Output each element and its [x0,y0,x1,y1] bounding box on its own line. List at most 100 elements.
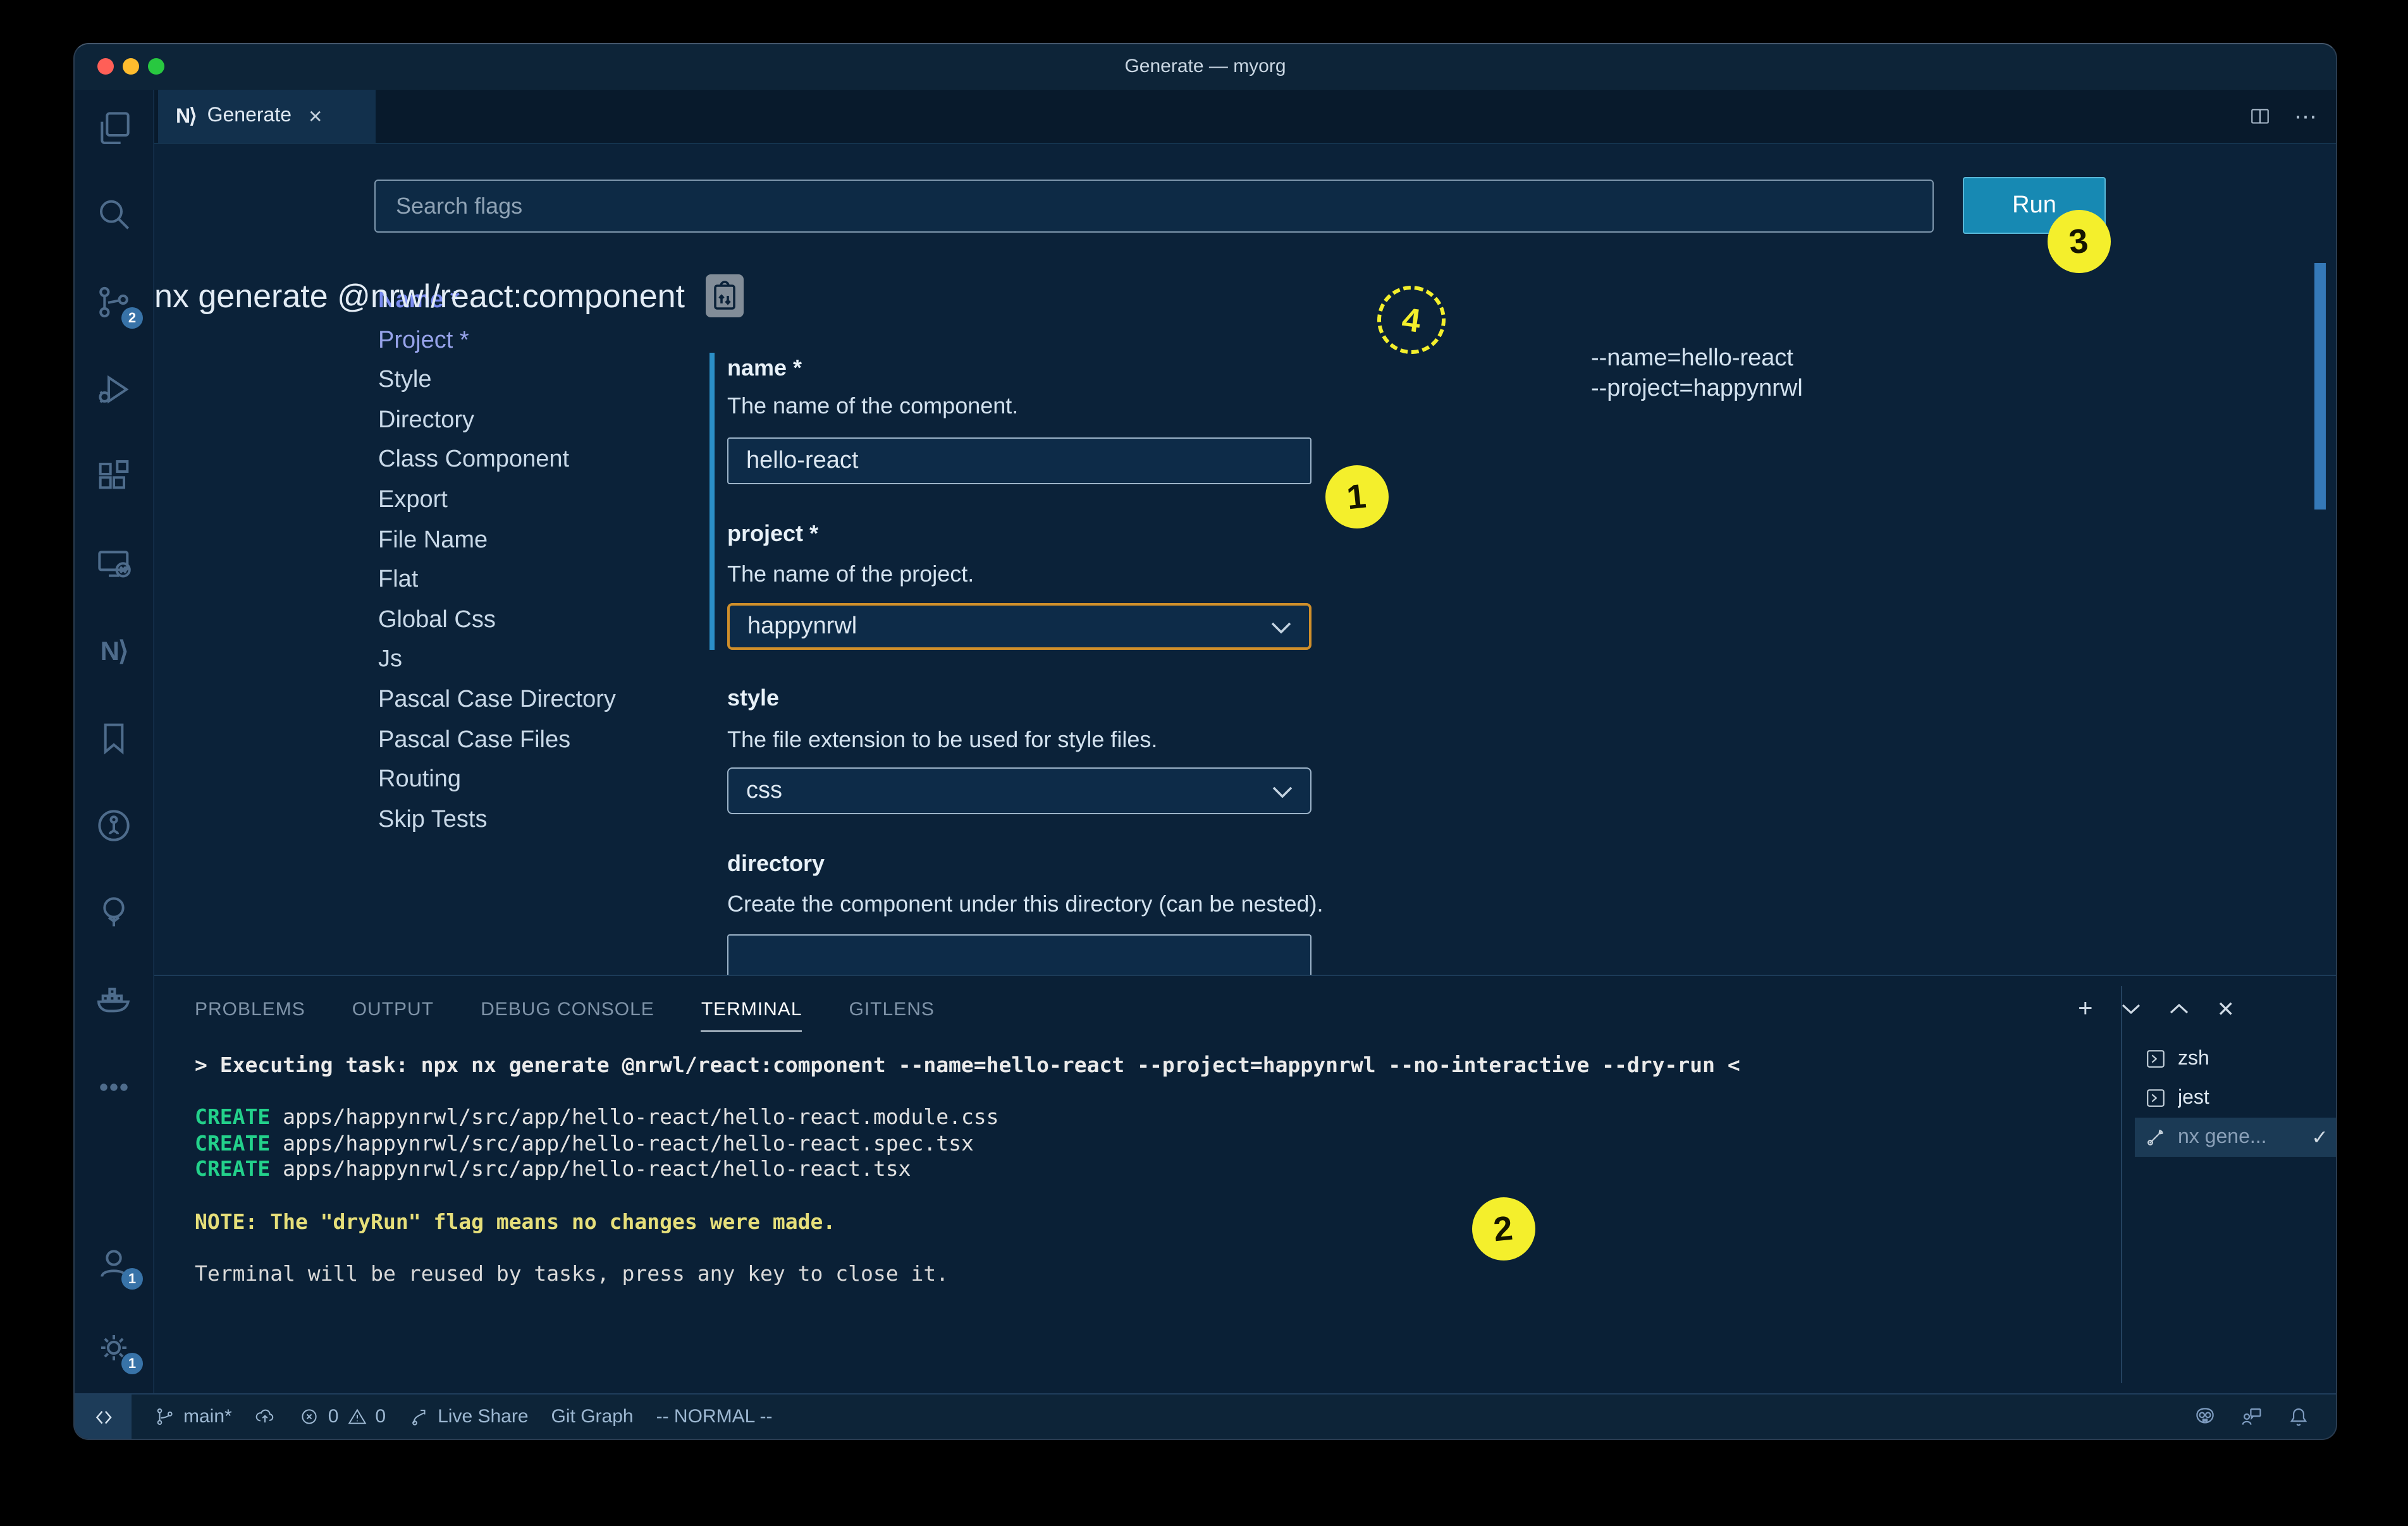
feedback-icon[interactable] [2240,1405,2264,1429]
cloud-upload-icon [255,1406,276,1427]
style-select[interactable]: css [727,767,1312,814]
sidebar-item-bookmarks[interactable] [83,708,144,769]
terminal-create-line: CREATE apps/happynrwl/src/app/hello-reac… [195,1105,1740,1131]
sidebar-item-source-control[interactable]: 2 [83,272,144,333]
style-select-value: css [746,777,782,805]
remote-explorer-icon [94,544,134,584]
project-field-label: project * [727,521,818,547]
directory-input[interactable] [727,934,1312,975]
nav-item-style[interactable]: Style [378,360,720,400]
git-branch-status[interactable]: main* [154,1406,232,1427]
generator-title: nx generate @nrwl/react:component [154,276,685,315]
status-bar: main* 0 0 Live Share Git Graph -- NORMAL… [75,1393,2336,1439]
annotation-circle-4: 4 [1373,281,1450,358]
extensions-icon [94,456,134,497]
sidebar-item-extensions[interactable] [83,446,144,507]
terminal-create-line: CREATE apps/happynrwl/src/app/hello-reac… [195,1132,1740,1157]
close-panel-icon[interactable]: ✕ [2217,998,2235,1020]
panel-tab-terminal[interactable]: TERMINAL [701,998,802,1020]
sidebar-item-more[interactable] [83,1057,144,1118]
nav-item-routing[interactable]: Routing [378,760,720,800]
window-title: Generate — myorg [75,44,2336,90]
tab-close-icon[interactable]: ✕ [308,106,322,127]
nav-item-flat[interactable]: Flat [378,560,720,600]
panel-tab-output[interactable]: OUTPUT [352,998,434,1020]
nav-item-skip-tests[interactable]: Skip Tests [378,800,720,839]
sidebar-item-todo-tree[interactable] [83,882,144,943]
panel-tab-debug-console[interactable]: DEBUG CONSOLE [481,998,654,1020]
name-field-description: The name of the component. [727,393,1018,420]
nav-item-js[interactable]: Js [378,640,720,680]
problems-status[interactable]: 0 0 [299,1406,386,1427]
nav-item-global-css[interactable]: Global Css [378,601,720,640]
style-field-label: style [727,685,779,712]
files-icon [94,107,134,148]
panel-tab-gitlens[interactable]: GITLENS [849,998,935,1020]
sidebar-item-explorer[interactable] [83,97,144,158]
terminal-create-line: CREATE apps/happynrwl/src/app/hello-reac… [195,1157,1740,1183]
tree-icon [94,893,134,933]
run-debug-icon [94,369,134,410]
titlebar: Generate — myorg [75,44,2336,90]
live-share-status[interactable]: Live Share [408,1406,528,1427]
maximize-panel-icon[interactable] [2169,1003,2189,1015]
terminal-exec-line: > Executing task: npx nx generate @nrwl/… [195,1053,1740,1079]
search-flags-input[interactable] [374,180,1934,233]
sidebar-item-search[interactable] [83,185,144,245]
check-icon: ✓ [2311,1125,2328,1150]
editor-more-actions-icon[interactable]: ⋯ [2294,103,2318,130]
nav-item-class-component[interactable]: Class Component [378,441,720,480]
copilot-icon[interactable] [2193,1405,2217,1429]
source-control-badge: 2 [121,307,143,329]
name-input-field[interactable] [746,447,1293,475]
settings-badge: 1 [121,1353,143,1374]
editor-scrollbar[interactable] [2314,263,2326,510]
split-editor-icon[interactable] [2249,105,2271,128]
search-icon [94,195,134,235]
project-select-value: happynrwl [747,613,857,640]
ellipsis-icon [94,1067,134,1108]
nav-item-pascal-case-files[interactable]: Pascal Case Files [378,720,720,760]
nav-item-directory[interactable]: Directory [378,401,720,441]
docker-icon [94,980,134,1020]
panel-tab-problems[interactable]: PROBLEMS [195,998,305,1020]
bell-icon[interactable] [2287,1405,2311,1429]
project-select[interactable]: happynrwl [727,603,1312,650]
sidebar-item-remote-explorer[interactable] [83,534,144,594]
new-terminal-icon[interactable]: + [2078,996,2092,1022]
directory-field-description: Create the component under this director… [727,891,1324,918]
directory-input-field[interactable] [746,949,1293,975]
sidebar-item-gitlens[interactable] [83,795,144,856]
terminal-list-item-nx-generate[interactable]: nx gene... ✓ [2135,1118,2337,1157]
remote-indicator[interactable] [75,1395,132,1439]
sidebar-item-run-debug[interactable] [83,359,144,420]
clipboard-icon [711,281,737,311]
terminal-list-item-jest[interactable]: jest [2135,1078,2337,1118]
command-flags-preview: --name=hello-react --project=happynrwl [1591,344,1803,403]
terminal-icon [2145,1048,2166,1070]
directory-field-label: directory [727,851,825,877]
vim-mode-status[interactable]: -- NORMAL -- [656,1406,773,1427]
name-input[interactable] [727,437,1312,484]
terminal-list-item-zsh[interactable]: zsh [2135,1039,2337,1078]
settings-button[interactable]: 1 [83,1317,144,1378]
git-graph-status[interactable]: Git Graph [551,1406,634,1427]
annotation-badge-1: 1 [1325,465,1389,528]
publish-status[interactable] [255,1406,276,1427]
nav-item-export[interactable]: Export [378,480,720,520]
nx-tab-icon: N⟩ [176,104,196,129]
nav-item-file-name[interactable]: File Name [378,520,720,560]
terminal-sidebar-divider[interactable] [2121,986,2122,1383]
tab-label: Generate [207,105,292,128]
tab-generate[interactable]: N⟩ Generate ✕ [158,90,376,143]
accounts-button[interactable]: 1 [83,1233,144,1293]
sidebar-item-docker[interactable] [83,970,144,1030]
nav-item-pascal-case-directory[interactable]: Pascal Case Directory [378,680,720,720]
bookmark-icon [94,718,134,759]
error-icon [299,1406,321,1427]
terminal-dropdown-icon[interactable] [2121,1003,2141,1015]
copy-command-button[interactable] [705,274,743,317]
vscode-window: Generate — myorg 2 [73,43,2337,1440]
nav-item-project[interactable]: Project * [378,320,720,360]
sidebar-item-nx-console[interactable]: N⟩ [83,621,144,681]
